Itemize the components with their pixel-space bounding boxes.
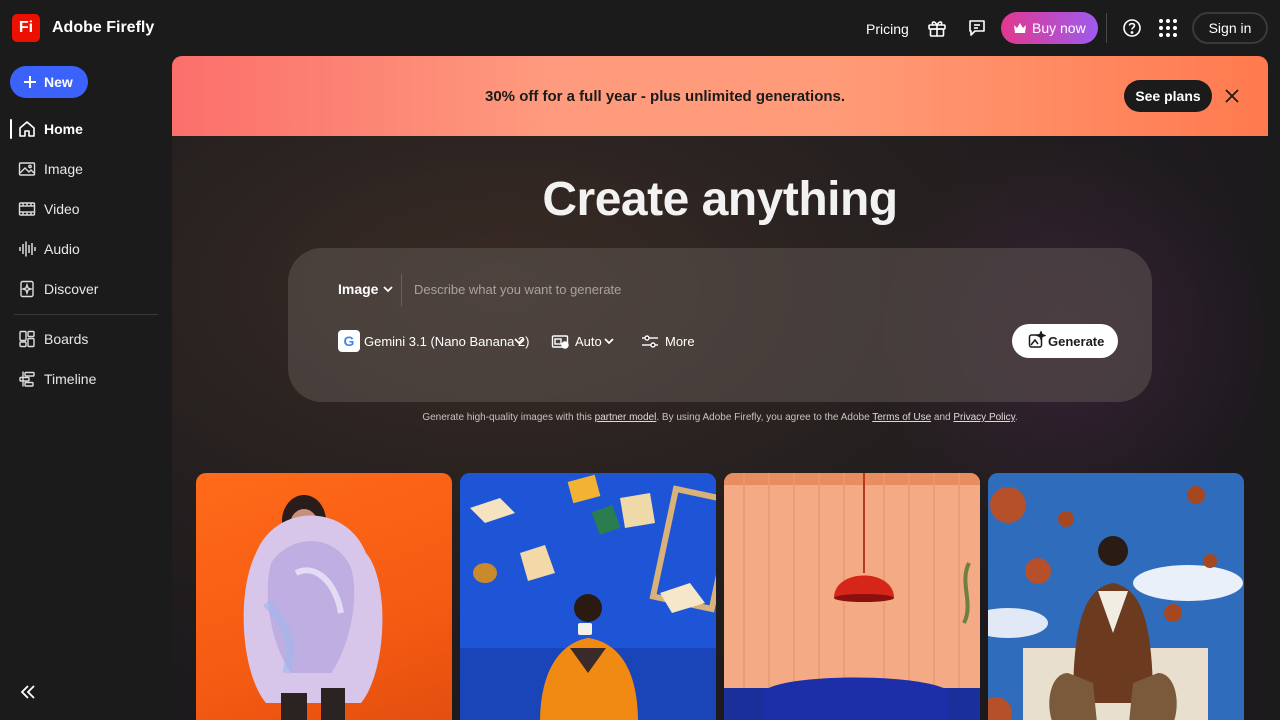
firefly-logo[interactable]: Fi [12,14,40,42]
collapse-sidebar-icon[interactable] [18,682,38,702]
privacy-policy-link[interactable]: Privacy Policy [953,412,1015,423]
prompt-input[interactable] [414,278,1014,300]
chevron-down-icon [514,338,524,345]
sidebar-item-label: Home [44,121,83,137]
flying-books-illustration [460,473,716,720]
more-label: More [665,334,695,349]
top-bar: Fi Adobe Firefly Pricing Buy now Sign in [0,0,1280,56]
buy-now-button[interactable]: Buy now [1001,12,1098,44]
chat-icon[interactable] [966,17,988,39]
audio-icon [19,241,36,257]
gift-icon[interactable] [926,17,948,39]
video-icon [18,202,36,216]
topbar-divider [1106,13,1107,43]
chevron-down-icon [604,338,614,345]
close-icon[interactable] [1223,87,1241,105]
model-label: Gemini 3.1 (Nano Banana 2) [364,334,530,349]
buy-now-label: Buy now [1032,20,1086,36]
see-plans-button[interactable]: See plans [1124,80,1212,112]
timeline-icon [19,371,35,387]
basketballs-illustration [988,473,1244,720]
disclaimer-part: . By using Adobe Firefly, you agree to t… [656,412,873,423]
disclaimer-part: . [1014,412,1018,423]
sliders-icon [642,335,658,348]
prompt-panel: Image G Gemini 3.1 (Nano Banana 2) Auto … [288,248,1152,402]
gallery-image-pendant-lamp[interactable] [724,473,980,720]
terms-of-use-link[interactable]: Terms of Use [872,412,931,423]
generate-button[interactable]: Generate [1012,324,1118,358]
partner-model-link[interactable]: partner model [595,412,657,423]
home-icon [19,121,35,137]
new-label: New [44,74,73,90]
app-window: Fi Adobe Firefly Pricing Buy now Sign in [0,0,1280,720]
sidebar-item-label: Audio [44,241,80,257]
disclaimer-part: Generate high-quality images with this [422,412,595,423]
google-logo-icon: G [338,330,360,352]
disclaimer-part: and [931,412,954,423]
pricing-link[interactable]: Pricing [866,21,909,37]
plus-icon [24,76,36,88]
gallery-image-basketballs[interactable] [988,473,1244,720]
hero-title: Create anything [542,173,898,226]
sidebar-item-discover[interactable]: Discover [10,274,160,304]
app-name[interactable]: Adobe Firefly [52,19,154,37]
generate-sparkle-icon [1028,331,1046,348]
generate-label: Generate [1048,334,1105,349]
puffer-jacket-illustration [243,495,383,720]
prompt-divider [401,274,402,306]
aspect-ratio-label: Auto [575,334,602,349]
new-button[interactable]: New [10,66,88,98]
sidebar: New Home Image Video Audio Discover Boar… [0,56,172,720]
crown-icon [1014,23,1026,33]
disclaimer-text: Generate high-quality images with this p… [172,412,1268,423]
main-content: 30% off for a full year - plus unlimited… [172,56,1268,720]
apps-grid-icon[interactable] [1157,17,1179,39]
sidebar-item-label: Discover [44,281,99,297]
sidebar-item-home[interactable]: Home [10,114,160,144]
help-icon[interactable] [1121,17,1143,39]
sidebar-divider [14,314,158,315]
promo-banner: 30% off for a full year - plus unlimited… [172,56,1268,136]
sidebar-item-audio[interactable]: Audio [10,234,160,264]
chevron-down-icon [383,286,394,293]
image-icon [18,162,36,176]
sidebar-item-label: Image [44,161,83,177]
generation-type-dropdown[interactable]: Image [338,281,394,297]
gallery-image-flying-books[interactable] [460,473,716,720]
sign-in-button[interactable]: Sign in [1192,12,1268,44]
sidebar-item-video[interactable]: Video [10,194,160,224]
sidebar-item-image[interactable]: Image [10,154,160,184]
boards-icon [19,330,35,348]
discover-icon [20,280,34,298]
sidebar-item-label: Boards [44,331,89,347]
generation-type-label: Image [338,281,379,297]
sidebar-item-label: Video [44,201,80,217]
promo-text: 30% off for a full year - plus unlimited… [485,88,846,105]
pendant-lamp-illustration [724,473,980,720]
sidebar-item-boards[interactable]: Boards [10,324,160,354]
aspect-ratio-icon [551,335,569,349]
sidebar-item-label: Timeline [44,371,97,387]
gallery-image-puffer-jacket[interactable] [196,473,452,720]
sidebar-item-timeline[interactable]: Timeline [10,364,160,394]
